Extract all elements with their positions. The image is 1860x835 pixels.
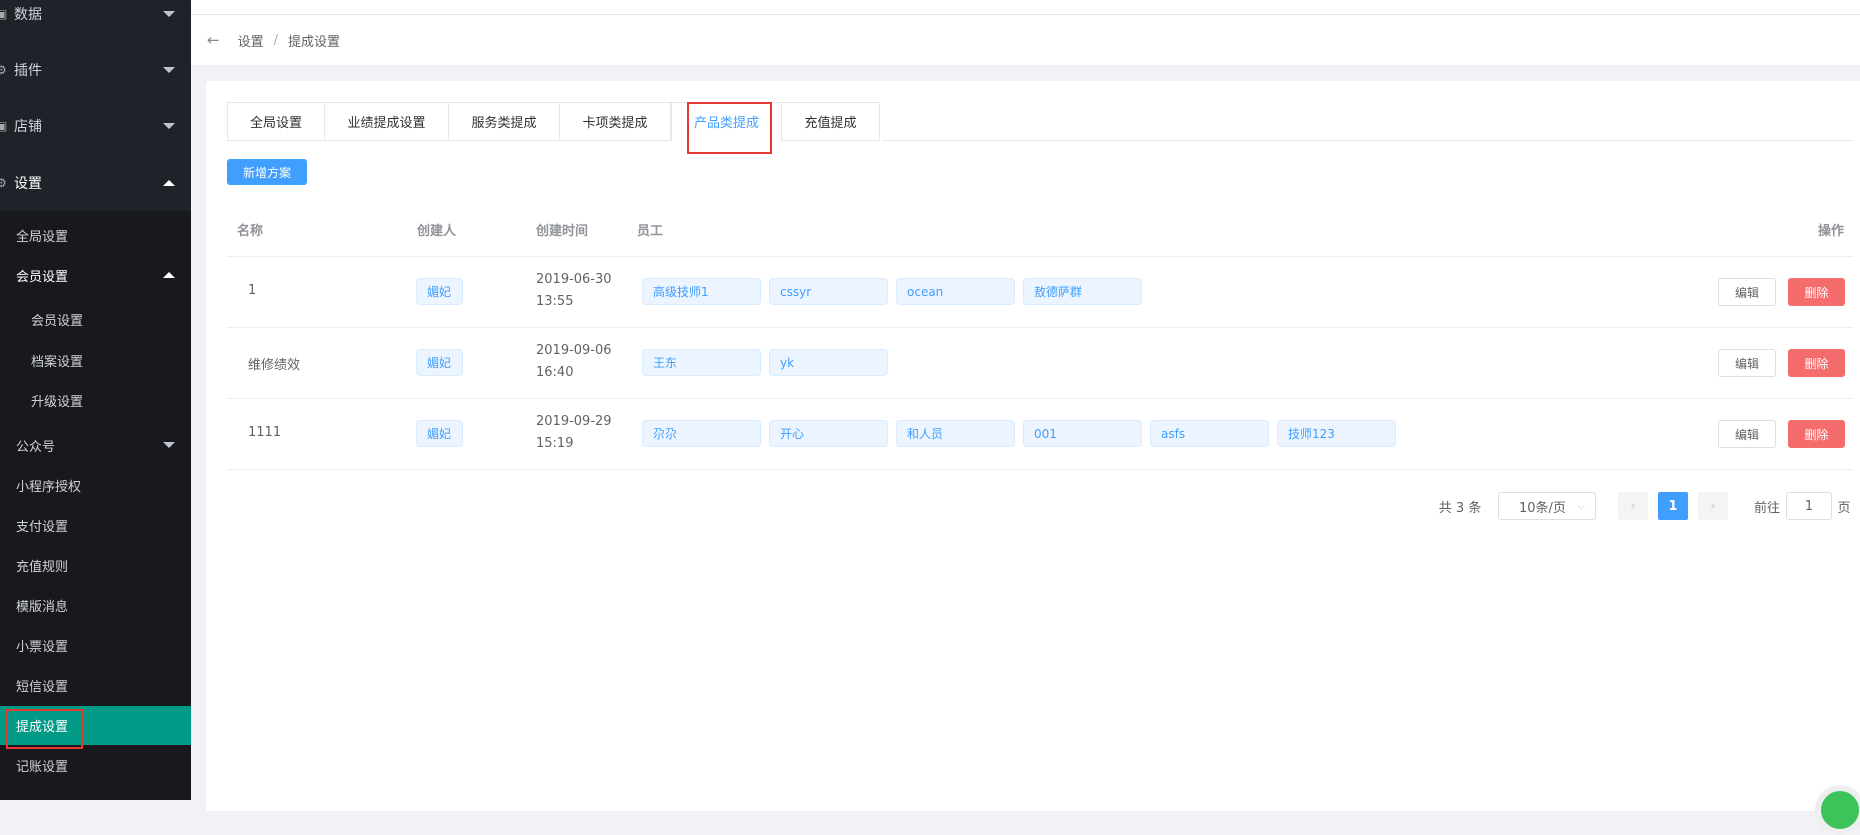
col-header-actions: 操作 [1818, 224, 1845, 239]
menu-settings[interactable]: ⚙ 设置 [0, 155, 191, 211]
sidebar-item-receipt-settings[interactable]: 小票设置 [0, 626, 191, 664]
tab-card-commission[interactable]: 卡项类提成 [560, 102, 671, 141]
chevron-down-icon: ⌵ [1577, 500, 1585, 512]
next-page-button[interactable]: › [1698, 492, 1728, 520]
sidebar-item-payment-settings[interactable]: 支付设置 [0, 506, 191, 544]
row-name: 1 [248, 283, 257, 298]
col-header-created-time: 创建时间 [536, 224, 589, 239]
tab-performance-commission[interactable]: 业绩提成设置 [325, 102, 449, 141]
col-header-name: 名称 [237, 224, 264, 239]
staff-tag: yk [769, 349, 888, 376]
edit-button[interactable]: 编辑 [1718, 349, 1776, 377]
tab-global-settings[interactable]: 全局设置 [227, 102, 325, 141]
breadcrumb: ← 设置 / 提成设置 [191, 15, 1860, 65]
page-1-button[interactable]: 1 [1658, 492, 1688, 520]
table-row [227, 327, 1853, 398]
data-icon: ▣ [0, 7, 8, 21]
staff-tag: 001 [1023, 420, 1142, 447]
breadcrumb-item-settings[interactable]: 设置 [238, 31, 264, 50]
created-date: 2019-06-30 [536, 272, 612, 287]
breadcrumb-item-commission: 提成设置 [287, 34, 340, 50]
col-header-creator: 创建人 [417, 224, 457, 239]
creator-tag: 媚妃 [416, 349, 463, 376]
edit-button[interactable]: 编辑 [1718, 420, 1776, 448]
staff-tag: ocean [896, 278, 1015, 305]
chevron-left-icon: ‹ [1630, 498, 1636, 514]
created-date: 2019-09-06 [536, 343, 612, 358]
chevron-down-icon [163, 11, 175, 17]
top-bar [191, 0, 1860, 15]
sidebar-item-miniprogram-auth[interactable]: 小程序授权 [0, 466, 191, 504]
store-icon: ▣ [0, 119, 8, 133]
staff-tag: 王东 [642, 349, 761, 376]
add-plan-button[interactable]: 新增方案 [227, 159, 307, 185]
settings-submenu: 全局设置 会员设置 会员设置 档案设置 升级设置 公众号 小程序授权 支付设置 … [0, 211, 191, 800]
created-clock: 16:40 [536, 365, 574, 380]
staff-tag: cssyr [769, 278, 888, 305]
sidebar-item-template-messages[interactable]: 模版消息 [0, 586, 191, 624]
page-size-select[interactable]: 10条/页 ⌵ [1498, 492, 1596, 520]
sidebar-item-upgrade-settings[interactable]: 升级设置 [0, 381, 191, 419]
delete-button[interactable]: 删除 [1788, 420, 1845, 448]
delete-button[interactable]: 删除 [1788, 349, 1845, 377]
sidebar-item-official-account[interactable]: 公众号 [0, 426, 191, 464]
sidebar-item-commission-settings[interactable]: 提成设置 [0, 706, 191, 745]
created-time: 2019-09-06 16:40 [536, 340, 612, 384]
created-date: 2019-09-29 [536, 414, 612, 429]
created-clock: 15:19 [536, 436, 574, 451]
chevron-up-icon [163, 180, 175, 186]
sidebar: ▣ 数据 ⚙ 插件 ▣ 店铺 ⚙ 设置 全局设置 会员设置 会员设置 档案设置 升级设置… [0, 0, 191, 800]
delete-button[interactable]: 删除 [1788, 278, 1845, 306]
sidebar-item-member-settings-group[interactable]: 会员设置 [0, 256, 191, 294]
creator-tag: 媚妃 [416, 278, 463, 305]
floating-status-icon[interactable] [1815, 785, 1860, 835]
back-arrow-icon[interactable]: ← [207, 31, 220, 49]
staff-tag: 高级技师1 [642, 278, 761, 305]
tab-service-commission[interactable]: 服务类提成 [449, 102, 560, 141]
sidebar-item-member-settings[interactable]: 会员设置 [0, 300, 191, 338]
col-header-staff: 员工 [637, 224, 664, 239]
divider [227, 469, 1853, 470]
staff-tag: asfs [1150, 420, 1269, 447]
edit-button[interactable]: 编辑 [1718, 278, 1776, 306]
sidebar-item-bookkeeping-settings[interactable]: 记账设置 [0, 746, 191, 784]
row-name: 维修绩效 [248, 358, 301, 373]
chevron-down-icon [163, 67, 175, 73]
row-name: 1111 [248, 425, 282, 440]
sidebar-item-sms-settings[interactable]: 短信设置 [0, 666, 191, 704]
staff-tag: 尕尕 [642, 420, 761, 447]
breadcrumb-separator: / [273, 32, 278, 48]
staff-tag: 敖德萨群 [1023, 278, 1142, 305]
tab-product-commission[interactable]: 产品类提成 [671, 102, 782, 141]
prev-page-button[interactable]: ‹ [1618, 492, 1648, 520]
menu-plugins[interactable]: ⚙ 插件 [0, 42, 191, 98]
plugin-icon: ⚙ [0, 63, 7, 77]
pagination-total: 共 3 条 [1438, 500, 1482, 516]
creator-tag: 媚妃 [416, 420, 463, 447]
chevron-down-icon [163, 442, 175, 448]
tabs-divider [882, 140, 1852, 141]
gear-icon: ⚙ [0, 176, 7, 190]
sidebar-item-profile-settings[interactable]: 档案设置 [0, 341, 191, 379]
staff-tag: 和人员 [896, 420, 1015, 447]
sidebar-item-recharge-rules[interactable]: 充值规则 [0, 546, 191, 584]
goto-label: 前往 [1753, 500, 1780, 516]
menu-store[interactable]: ▣ 店铺 [0, 98, 191, 154]
tab-recharge-commission[interactable]: 充值提成 [782, 102, 880, 141]
chevron-down-icon [163, 123, 175, 129]
chevron-right-icon: › [1710, 498, 1716, 514]
page-suffix: 页 [1837, 500, 1851, 516]
staff-tag: 开心 [769, 420, 888, 447]
sidebar-item-global-settings[interactable]: 全局设置 [0, 216, 191, 254]
created-time: 2019-09-29 15:19 [536, 411, 612, 455]
created-time: 2019-06-30 13:55 [536, 269, 612, 313]
menu-data[interactable]: ▣ 数据 [0, 0, 191, 42]
created-clock: 13:55 [536, 294, 574, 309]
staff-tag: 技师123 [1277, 420, 1396, 447]
goto-page-input[interactable] [1786, 492, 1832, 520]
chevron-up-icon [163, 272, 175, 278]
